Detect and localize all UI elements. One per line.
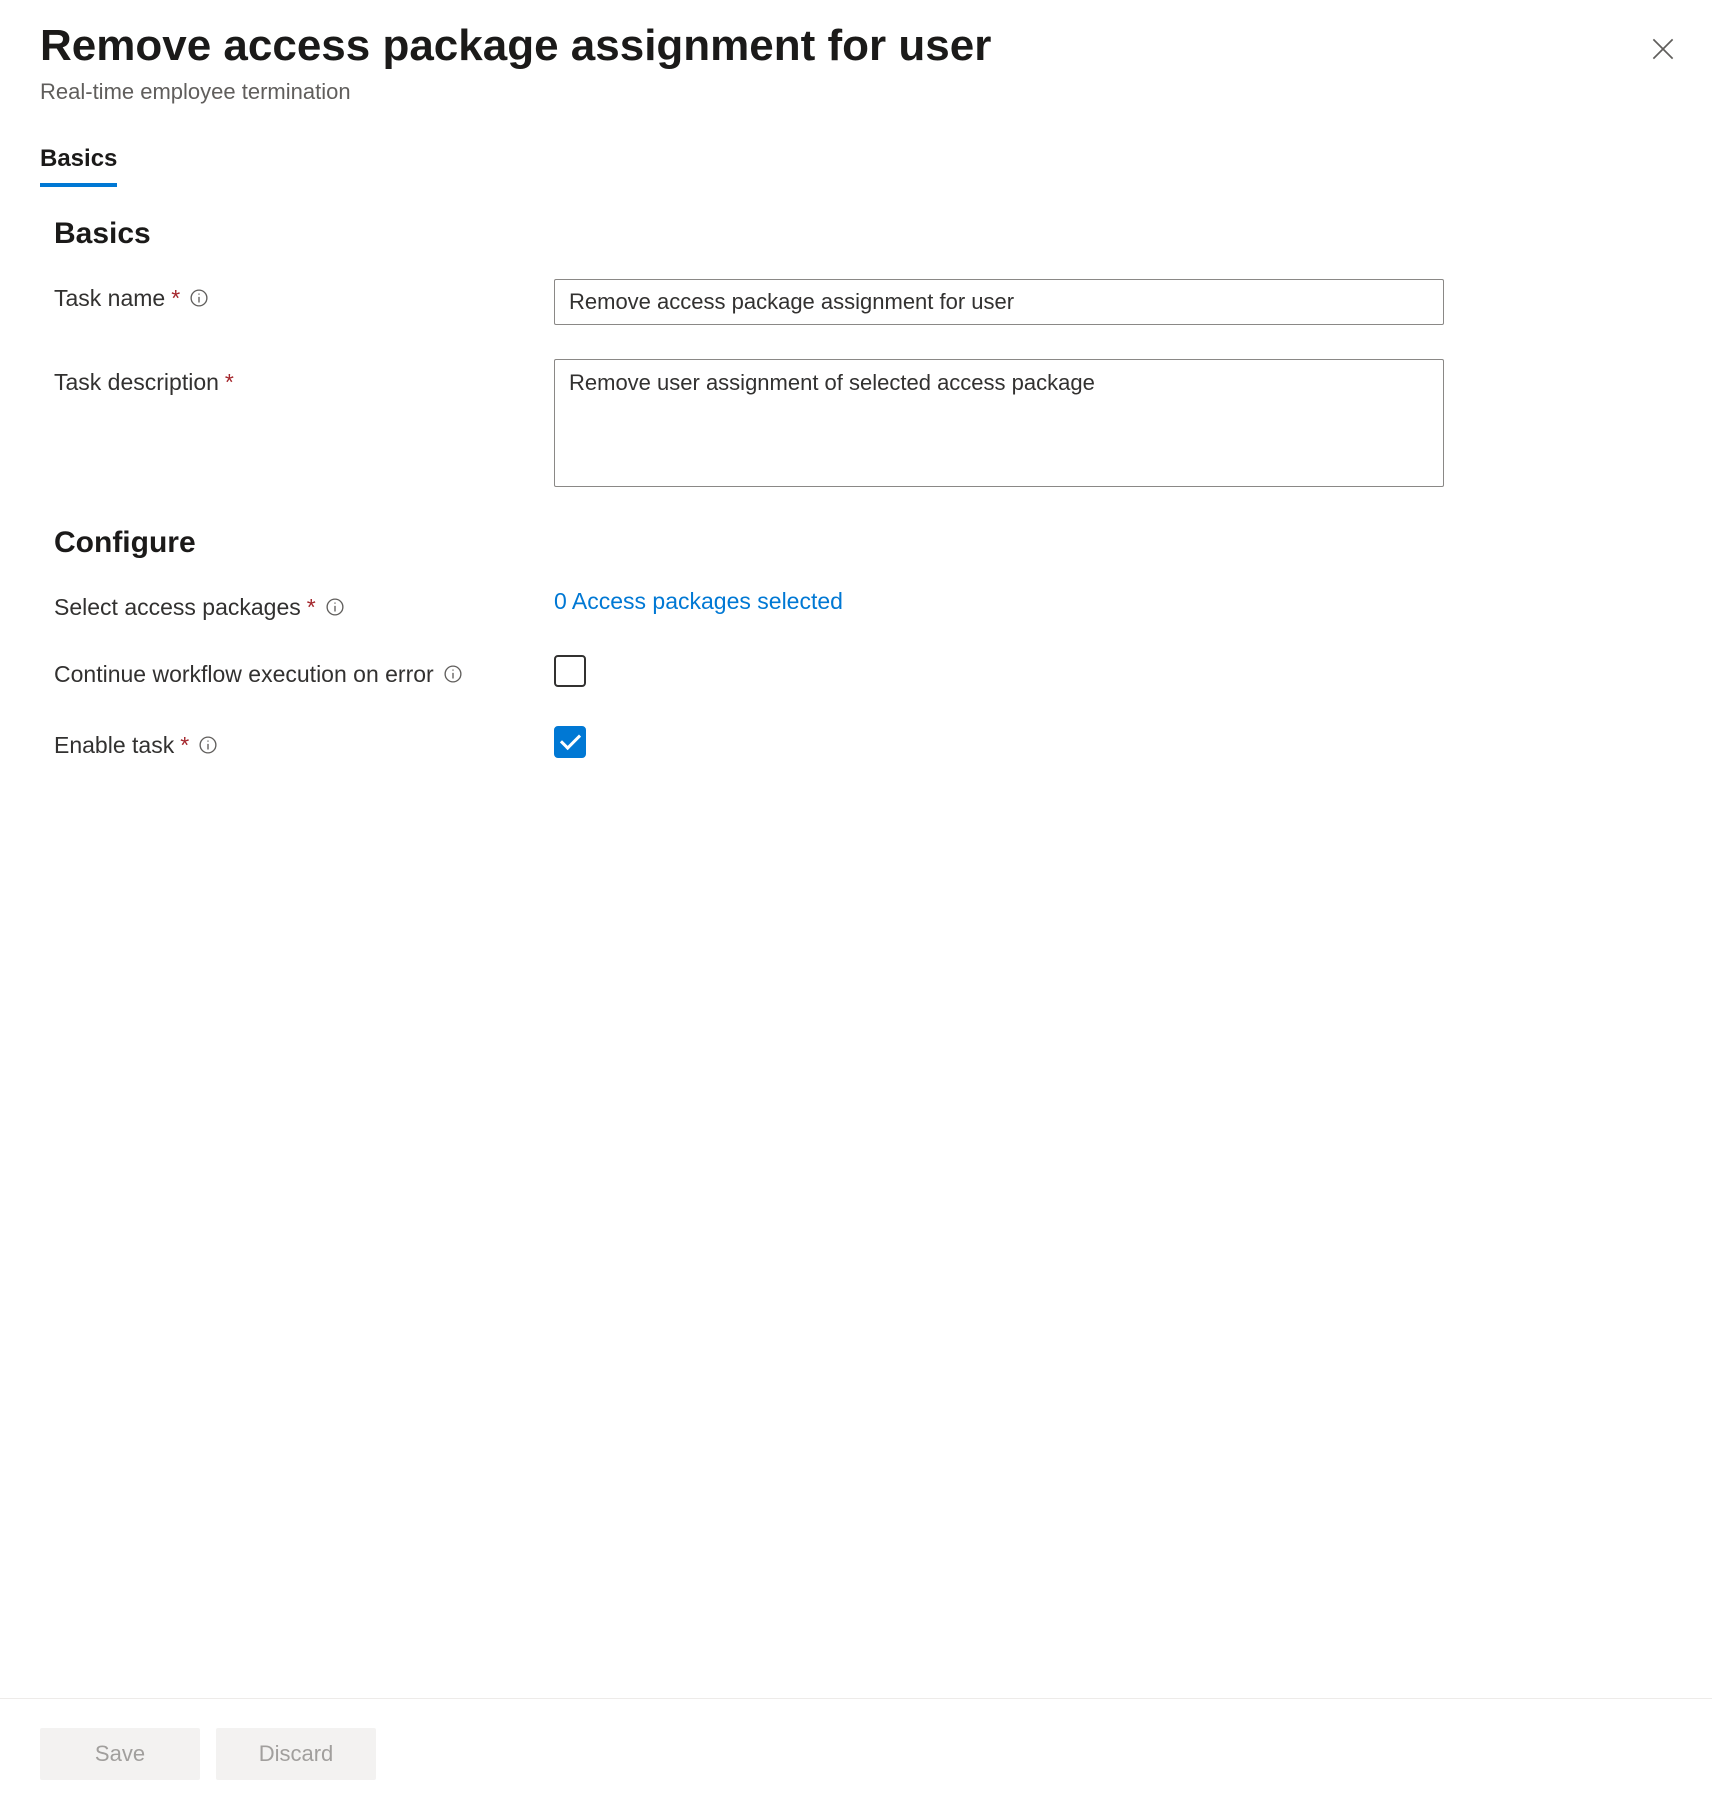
section-heading-configure: Configure — [54, 526, 1672, 560]
label-continue-on-error: Continue workflow execution on error — [54, 661, 434, 688]
page-title: Remove access package assignment for use… — [40, 20, 991, 73]
access-packages-link[interactable]: 0 Access packages selected — [554, 588, 843, 614]
info-icon[interactable] — [190, 289, 208, 307]
tabs: Basics — [40, 145, 1672, 187]
label-task-description: Task description — [54, 369, 219, 396]
enable-task-checkbox[interactable] — [554, 726, 586, 758]
label-enable-task: Enable task — [54, 732, 174, 759]
save-button[interactable]: Save — [40, 1728, 200, 1780]
continue-on-error-checkbox[interactable] — [554, 655, 586, 687]
discard-button[interactable]: Discard — [216, 1728, 376, 1780]
section-heading-basics: Basics — [54, 217, 1672, 251]
close-icon — [1652, 48, 1674, 63]
footer: Save Discard — [0, 1698, 1712, 1808]
required-indicator: * — [307, 594, 316, 621]
tab-basics[interactable]: Basics — [40, 145, 117, 187]
label-task-name: Task name — [54, 285, 165, 312]
required-indicator: * — [225, 369, 234, 396]
task-name-input[interactable] — [554, 279, 1444, 325]
close-button[interactable] — [1644, 30, 1682, 71]
required-indicator: * — [171, 285, 180, 312]
required-indicator: * — [180, 732, 189, 759]
info-icon[interactable] — [444, 665, 462, 683]
info-icon[interactable] — [326, 598, 344, 616]
label-select-access-packages: Select access packages — [54, 594, 301, 621]
task-description-input[interactable]: Remove user assignment of selected acces… — [554, 359, 1444, 487]
page-subtitle: Real-time employee termination — [40, 79, 991, 105]
info-icon[interactable] — [199, 736, 217, 754]
